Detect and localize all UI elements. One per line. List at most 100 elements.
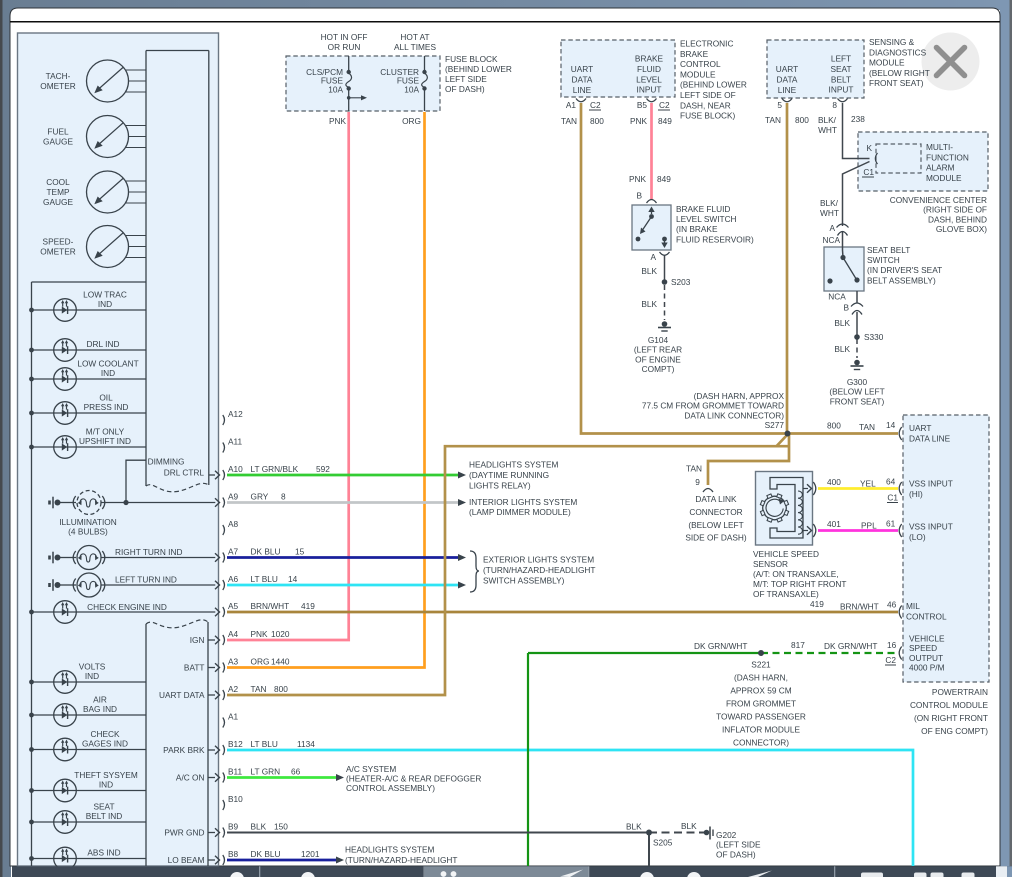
svg-text:BLK/: BLK/ [820, 198, 839, 208]
svg-text:MULTI-: MULTI- [926, 142, 953, 152]
svg-text:B5: B5 [637, 100, 648, 110]
svg-text:BLK/: BLK/ [818, 115, 837, 125]
svg-text:238: 238 [851, 114, 865, 124]
svg-text:(HEATER-A/C & REAR DEFOGGER: (HEATER-A/C & REAR DEFOGGER [346, 774, 481, 784]
svg-text:ELECTRONIC: ELECTRONIC [680, 39, 733, 49]
svg-text:(IN DRIVER'S SEAT: (IN DRIVER'S SEAT [867, 265, 942, 275]
svg-text:A8: A8 [228, 519, 239, 529]
svg-text:FRONT SEAT): FRONT SEAT) [869, 78, 924, 88]
svg-text:C1: C1 [887, 493, 898, 503]
svg-text:(DASH HARN, APPROX: (DASH HARN, APPROX [694, 391, 785, 401]
svg-text:DK GRN/WHT: DK GRN/WHT [694, 641, 747, 651]
svg-text:FLUID: FLUID [637, 64, 661, 74]
svg-text:592: 592 [316, 464, 330, 474]
svg-text:S203: S203 [671, 277, 691, 287]
svg-text:BLK: BLK [641, 266, 657, 276]
svg-text:SPEED: SPEED [909, 643, 937, 653]
svg-text:OMETER: OMETER [40, 246, 76, 256]
svg-text:1440: 1440 [271, 656, 290, 666]
svg-text:SWITCH: SWITCH [867, 255, 900, 265]
svg-text:DK BLU: DK BLU [251, 546, 281, 556]
svg-text:LEVEL: LEVEL [636, 74, 662, 84]
svg-text:849: 849 [658, 116, 672, 126]
svg-text:ILLUMINATION: ILLUMINATION [59, 517, 116, 527]
svg-text:1134: 1134 [297, 739, 315, 749]
svg-text:HOT AT: HOT AT [400, 32, 429, 42]
svg-text:BLK: BLK [641, 299, 657, 309]
svg-text:UART DATA: UART DATA [159, 690, 205, 700]
svg-text:RIGHT TURN IND: RIGHT TURN IND [115, 547, 182, 557]
svg-text:A7: A7 [228, 546, 239, 556]
svg-text:SENSOR: SENSOR [753, 559, 788, 569]
svg-text:DRL IND: DRL IND [87, 339, 120, 349]
svg-text:DATA: DATA [777, 74, 798, 84]
svg-text:BLK: BLK [251, 821, 267, 831]
svg-text:LIGHTS RELAY): LIGHTS RELAY) [469, 480, 531, 490]
svg-text:OF DASH): OF DASH) [716, 849, 756, 859]
svg-text:UPSHIFT IND: UPSHIFT IND [79, 436, 131, 446]
svg-text:(BEHIND LOWER: (BEHIND LOWER [445, 64, 512, 74]
svg-text:LO BEAM: LO BEAM [168, 855, 205, 865]
svg-text:CONTROL MODULE: CONTROL MODULE [910, 700, 989, 710]
svg-text:FUNCTION: FUNCTION [926, 152, 969, 162]
svg-text:A5: A5 [228, 601, 239, 611]
svg-text:B: B [843, 303, 849, 313]
svg-text:A: A [829, 223, 835, 233]
svg-text:64: 64 [886, 477, 896, 487]
svg-text:A/C ON: A/C ON [176, 773, 205, 783]
svg-text:(4 BULBS): (4 BULBS) [68, 527, 108, 537]
svg-text:COOL: COOL [46, 177, 70, 187]
svg-text:DIMMING: DIMMING [148, 457, 185, 467]
svg-text:CONNECTOR: CONNECTOR [689, 507, 742, 517]
svg-text:5: 5 [777, 100, 782, 110]
svg-text:IND: IND [98, 299, 112, 309]
svg-text:INPUT: INPUT [637, 85, 662, 95]
svg-text:FUSE BLOCK): FUSE BLOCK) [680, 111, 736, 121]
svg-text:B: B [636, 191, 642, 201]
svg-text:OR RUN: OR RUN [328, 42, 361, 52]
svg-text:ABS IND: ABS IND [87, 847, 120, 857]
svg-text:LT GRN/BLK: LT GRN/BLK [251, 464, 299, 474]
svg-text:BRN/WHT: BRN/WHT [840, 602, 879, 612]
svg-text:B12: B12 [228, 739, 243, 749]
svg-text:S330: S330 [864, 332, 884, 342]
svg-text:IND: IND [99, 779, 113, 789]
svg-text:DATA LINK: DATA LINK [695, 494, 737, 504]
svg-text:DATA LINE: DATA LINE [909, 434, 951, 444]
svg-text:S221: S221 [751, 660, 771, 670]
svg-text:BLK: BLK [626, 822, 642, 832]
svg-text:VSS INPUT: VSS INPUT [909, 479, 953, 489]
svg-text:TAN: TAN [765, 115, 781, 125]
svg-text:SWITCH ASSEMBLY): SWITCH ASSEMBLY) [483, 575, 565, 585]
svg-text:(A/T: ON TRANSAXLE,: (A/T: ON TRANSAXLE, [753, 569, 839, 579]
svg-text:HOT IN OFF: HOT IN OFF [321, 32, 368, 42]
svg-text:GRY: GRY [251, 491, 269, 501]
svg-text:BRAKE: BRAKE [680, 49, 709, 59]
svg-text:C2: C2 [885, 655, 896, 665]
svg-text:PARK BRK: PARK BRK [163, 745, 205, 755]
svg-text:OF TRANSAXLE): OF TRANSAXLE) [753, 589, 819, 599]
svg-text:COMPT): COMPT) [642, 364, 675, 374]
svg-text:OUTPUT: OUTPUT [909, 653, 943, 663]
svg-text:BLK: BLK [834, 318, 850, 328]
svg-text:A1: A1 [566, 100, 577, 110]
svg-text:LT BLU: LT BLU [251, 739, 278, 749]
svg-text:PNK: PNK [630, 116, 648, 126]
svg-text:IND: IND [85, 671, 99, 681]
svg-text:PNK: PNK [251, 629, 269, 639]
svg-text:ORG: ORG [402, 116, 421, 126]
svg-text:BAG IND: BAG IND [83, 704, 117, 714]
svg-text:MODULE: MODULE [926, 173, 962, 183]
svg-text:10A: 10A [328, 84, 343, 94]
svg-text:EXTERIOR LIGHTS SYSTEM: EXTERIOR LIGHTS SYSTEM [483, 555, 594, 565]
svg-text:A3: A3 [228, 656, 239, 666]
svg-text:LEVEL SWITCH: LEVEL SWITCH [676, 214, 737, 224]
svg-text:OF ENGINE: OF ENGINE [635, 354, 681, 364]
svg-text:GAUGE: GAUGE [43, 136, 73, 146]
svg-text:A/C SYSTEM: A/C SYSTEM [346, 764, 396, 774]
svg-text:FUSE BLOCK: FUSE BLOCK [445, 54, 498, 64]
svg-text:CONTROL: CONTROL [906, 612, 947, 622]
svg-text:VEHICLE: VEHICLE [909, 634, 945, 644]
svg-text:A1: A1 [228, 711, 239, 721]
svg-text:UART: UART [776, 64, 798, 74]
